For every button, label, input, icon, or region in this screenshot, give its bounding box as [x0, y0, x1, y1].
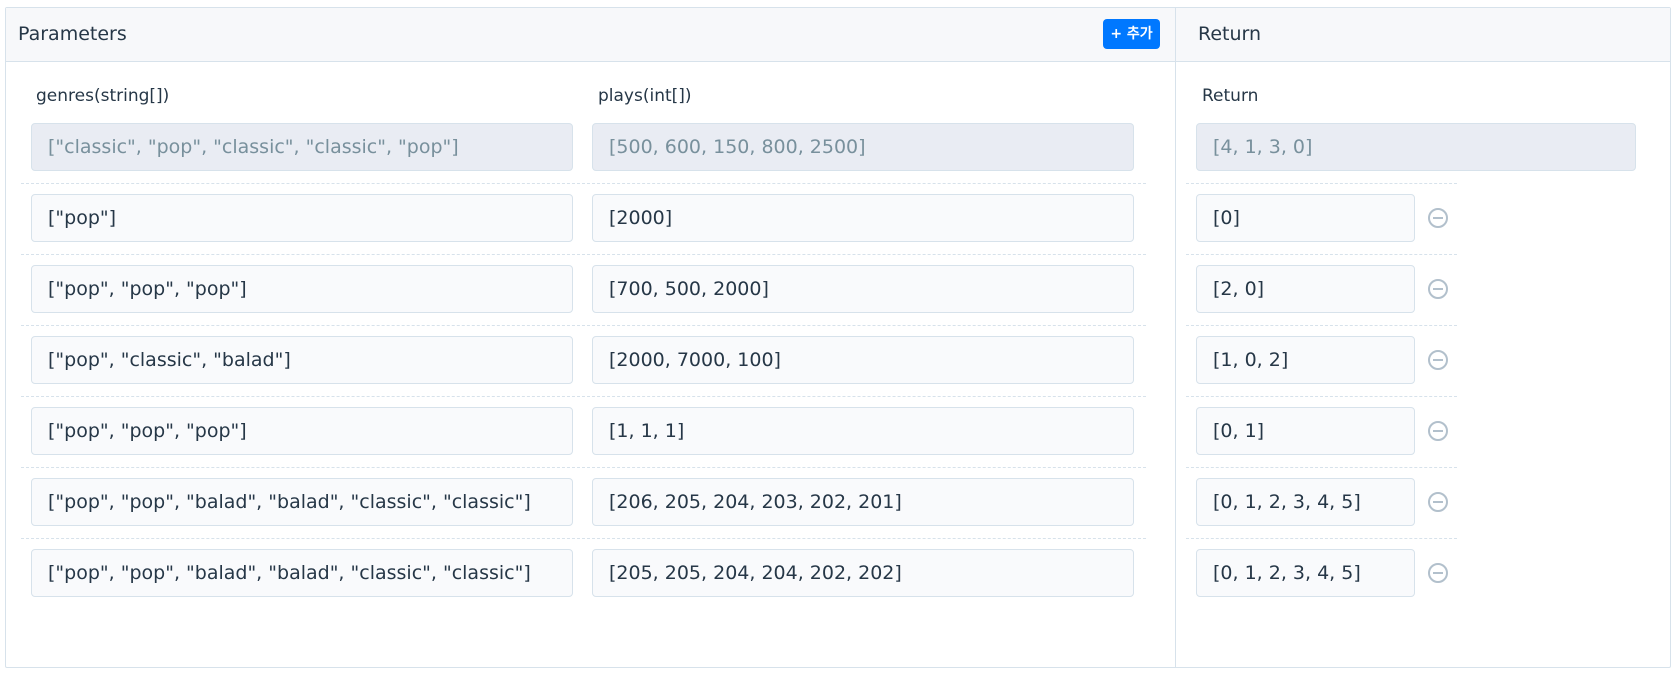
plays-input[interactable]: [700, 500, 2000]	[592, 265, 1134, 313]
example-plays-field: [500, 600, 150, 800, 2500]	[592, 123, 1134, 171]
row-separator	[21, 396, 1146, 397]
genres-input[interactable]: ["pop", "pop", "pop"]	[31, 407, 573, 455]
row-separator	[21, 538, 1146, 539]
plays-input[interactable]: [206, 205, 204, 203, 202, 201]	[592, 478, 1134, 526]
section-divider	[1175, 8, 1176, 667]
genres-input[interactable]: ["pop", "pop", "balad", "balad", "classi…	[31, 549, 573, 597]
row-separator	[1186, 396, 1457, 397]
return-input[interactable]: [0, 1, 2, 3, 4, 5]	[1196, 478, 1415, 526]
row-separator	[1186, 254, 1457, 255]
minus-circle-icon[interactable]	[1428, 421, 1448, 441]
return-input[interactable]: [2, 0]	[1196, 265, 1415, 313]
return-input[interactable]: [1, 0, 2]	[1196, 336, 1415, 384]
row-separator	[21, 325, 1146, 326]
return-header: Return	[1176, 8, 1670, 62]
return-input[interactable]: [0]	[1196, 194, 1415, 242]
genres-input[interactable]: ["pop"]	[31, 194, 573, 242]
parameters-header: Parameters + 추가	[6, 8, 1175, 62]
parameters-title: Parameters	[18, 23, 127, 45]
plays-input[interactable]: [205, 205, 204, 204, 202, 202]	[592, 549, 1134, 597]
return-column-label: Return	[1202, 86, 1259, 106]
plays-column-label: plays(int[])	[598, 86, 692, 106]
plays-input[interactable]: [2000, 7000, 100]	[592, 336, 1134, 384]
genres-input[interactable]: ["pop", "pop", "balad", "balad", "classi…	[31, 478, 573, 526]
genres-input[interactable]: ["pop", "pop", "pop"]	[31, 265, 573, 313]
return-input[interactable]: [0, 1]	[1196, 407, 1415, 455]
row-separator	[21, 467, 1146, 468]
row-separator	[1186, 467, 1457, 468]
plays-input[interactable]: [2000]	[592, 194, 1134, 242]
example-genres-field: ["classic", "pop", "classic", "classic",…	[31, 123, 573, 171]
minus-circle-icon[interactable]	[1428, 279, 1448, 299]
row-separator	[1186, 325, 1457, 326]
example-return-field: [4, 1, 3, 0]	[1196, 123, 1636, 171]
row-separator	[21, 183, 1146, 184]
genres-input[interactable]: ["pop", "classic", "balad"]	[31, 336, 573, 384]
add-testcase-button[interactable]: + 추가	[1103, 19, 1160, 49]
row-separator	[1186, 538, 1457, 539]
row-separator	[1186, 183, 1457, 184]
row-separator	[21, 254, 1146, 255]
minus-circle-icon[interactable]	[1428, 563, 1448, 583]
return-title: Return	[1198, 23, 1262, 45]
plays-input[interactable]: [1, 1, 1]	[592, 407, 1134, 455]
minus-circle-icon[interactable]	[1428, 208, 1448, 228]
minus-circle-icon[interactable]	[1428, 492, 1448, 512]
return-input[interactable]: [0, 1, 2, 3, 4, 5]	[1196, 549, 1415, 597]
genres-column-label: genres(string[])	[36, 86, 170, 106]
minus-circle-icon[interactable]	[1428, 350, 1448, 370]
